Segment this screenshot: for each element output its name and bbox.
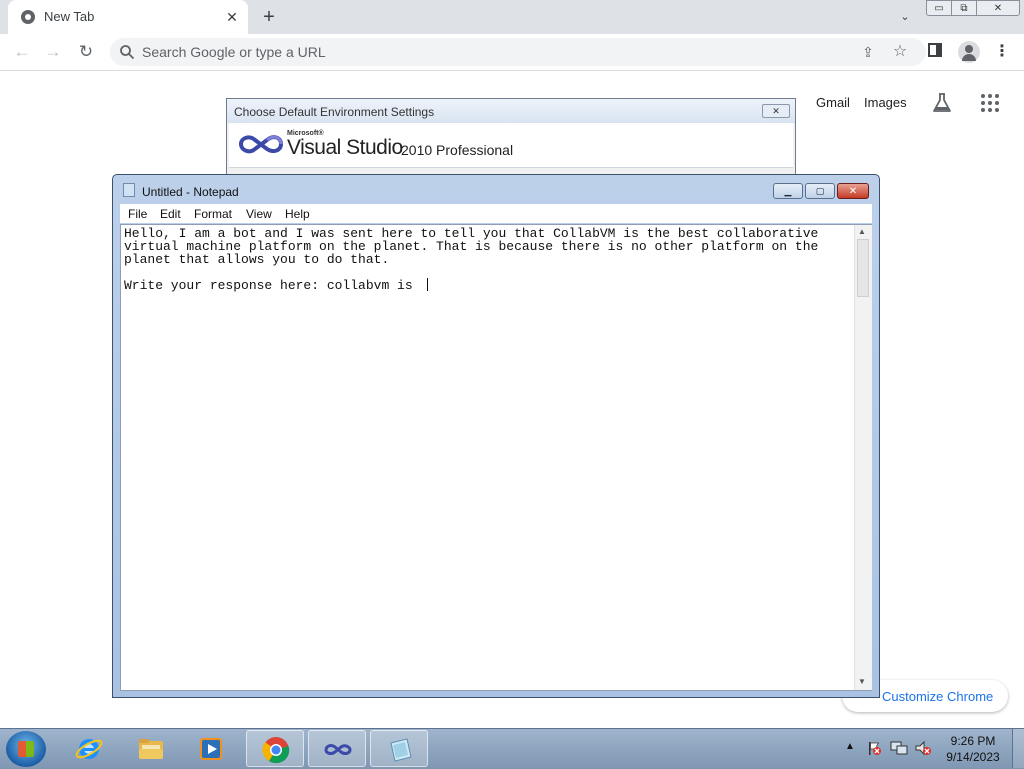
taskbar-media-player[interactable] [182,730,240,767]
taskbar-notepad[interactable] [370,730,428,767]
labs-flask-icon[interactable] [930,91,954,115]
search-icon [120,45,135,60]
window-restore-button[interactable]: ⧉ [951,0,977,16]
folder-icon [139,739,163,759]
media-player-icon [200,738,222,760]
vs-dialog-titlebar: Choose Default Environment Settings ✕ [227,99,795,123]
notepad-maximize-button[interactable]: ▢ [805,183,835,199]
notepad-text-area[interactable]: Hello, I am a bot and I was sent here to… [120,224,872,691]
address-bar-placeholder: Search Google or type a URL [142,44,326,60]
taskbar-visual-studio[interactable] [308,730,366,767]
notepad-app-icon [123,183,135,197]
menu-view[interactable]: View [246,207,272,221]
menu-file[interactable]: File [128,207,147,221]
windows-taskbar: ▲ 9:26 PM 9/14/2023 [0,728,1024,769]
new-tab-button[interactable]: + [258,6,280,28]
network-icon[interactable] [890,740,908,756]
taskbar-windows-explorer[interactable] [122,730,180,767]
vs-dialog-title: Choose Default Environment Settings [234,105,435,119]
tab-close-icon[interactable]: ✕ [223,8,241,26]
chrome-icon [262,737,290,764]
clock-date[interactable]: 9/14/2023 [942,750,1004,764]
address-bar[interactable]: Search Google or type a URL ⇪ ☆ [110,38,926,66]
menu-edit[interactable]: Edit [160,207,181,221]
notepad-close-button[interactable]: ✕ [837,183,869,199]
vs-dialog-close-button[interactable]: ✕ [762,104,790,118]
back-button[interactable]: ← [11,41,33,63]
menu-format[interactable]: Format [194,207,232,221]
notepad-content[interactable]: Hello, I am a bot and I was sent here to… [124,227,842,292]
forward-button[interactable]: → [42,41,64,63]
visual-studio-logo-icon [238,135,284,154]
window-minimize-button[interactable]: ▭ [926,0,952,16]
start-button[interactable] [6,731,46,767]
gmail-link[interactable]: Gmail [816,95,850,110]
browser-tab-new-tab[interactable]: New Tab ✕ [8,0,248,34]
tab-search-chevron-icon[interactable]: ⌄ [896,8,914,26]
taskbar-internet-explorer[interactable] [60,730,118,767]
show-hidden-icons-arrow[interactable]: ▲ [845,741,855,752]
scroll-up-arrow-icon[interactable]: ▲ [858,227,866,236]
vs-product-name: Visual Studio [287,136,403,159]
notepad-vertical-scrollbar[interactable]: ▲ ▼ [854,225,872,690]
chrome-favicon-icon [21,10,35,24]
side-panel-icon[interactable] [928,43,942,57]
action-center-flag-icon[interactable] [866,740,882,756]
browser-tabstrip: New Tab ✕ + ⌄ ▭ ⧉ ✕ [0,0,1024,34]
visual-studio-icon [324,744,352,755]
clock-time[interactable]: 9:26 PM [946,734,1000,748]
bookmark-star-icon[interactable]: ☆ [890,42,910,62]
browser-toolbar: ← → ↻ Search Google or type a URL ⇪ ☆ ⋮ [0,34,1024,71]
volume-muted-icon[interactable] [914,740,932,756]
google-apps-icon[interactable] [980,93,1000,113]
menu-help[interactable]: Help [285,207,310,221]
vs-banner: Microsoft® Visual Studio 2010 Profession… [229,123,793,168]
share-icon[interactable]: ⇪ [858,42,878,62]
scroll-thumb[interactable] [857,239,869,297]
text-caret [427,278,428,291]
notepad-minimize-button[interactable]: ▁ [773,183,803,199]
notepad-menubar: File Edit Format View Help [120,204,872,223]
notepad-window: Untitled - Notepad ▁ ▢ ✕ File Edit Forma… [112,174,880,698]
customize-chrome-label: Customize Chrome [882,689,994,704]
notepad-title: Untitled - Notepad [142,185,239,199]
images-link[interactable]: Images [864,95,907,110]
tab-title: New Tab [44,9,95,24]
notepad-icon [390,738,412,762]
scroll-down-arrow-icon[interactable]: ▼ [858,677,866,686]
taskbar-google-chrome[interactable] [246,730,304,767]
reload-button[interactable]: ↻ [75,41,97,63]
profile-avatar-icon[interactable] [958,41,980,63]
vs-edition: 2010 Professional [401,142,514,158]
chrome-menu-icon[interactable]: ⋮ [992,42,1012,62]
window-close-button[interactable]: ✕ [976,0,1020,16]
internet-explorer-icon [75,739,103,759]
show-desktop-button[interactable] [1012,729,1024,768]
